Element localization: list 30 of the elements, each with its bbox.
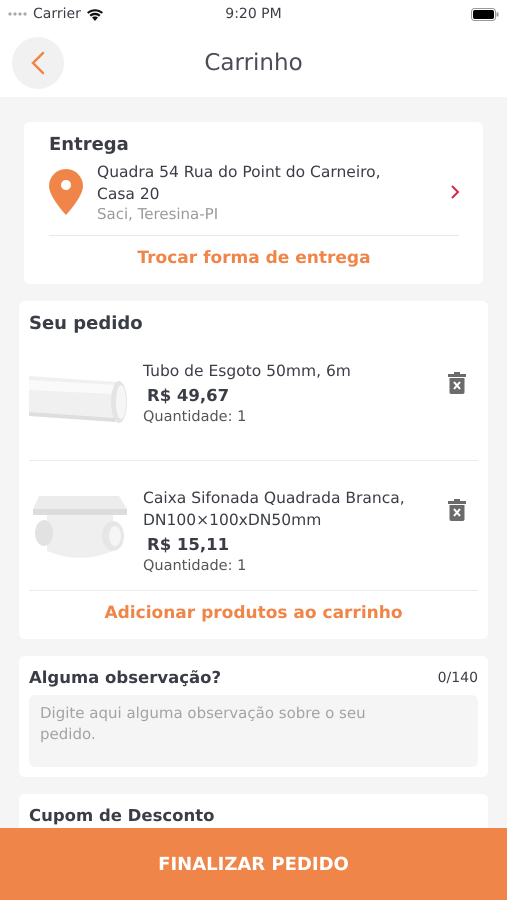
change-delivery-link[interactable]: Trocar forma de entrega xyxy=(137,236,371,284)
add-products-link[interactable]: Adicionar produtos ao carrinho xyxy=(104,591,403,639)
status-time: 9:20 PM xyxy=(224,6,283,22)
product-quantity: Quantidade: 1 xyxy=(143,558,248,574)
product-price: R$ 15,11 xyxy=(147,535,230,554)
section-title: Seu pedido xyxy=(29,313,144,334)
section-title: Alguma observação? xyxy=(29,668,222,687)
delete-button[interactable] xyxy=(448,372,466,397)
section-title: Entrega xyxy=(49,134,130,155)
trash-icon xyxy=(448,372,466,394)
carrier-name: Carrier xyxy=(33,6,81,22)
wifi-icon xyxy=(86,8,104,20)
trash-icon xyxy=(448,499,466,521)
page-title: Carrinho xyxy=(204,50,303,76)
delete-button[interactable] xyxy=(448,499,466,524)
checkout-button[interactable]: FINALIZAR PEDIDO xyxy=(0,828,507,900)
location-pin-icon xyxy=(49,169,83,215)
signal-icon xyxy=(8,12,28,16)
chevron-right-icon[interactable] xyxy=(451,185,459,199)
section-title: Cupom de Desconto xyxy=(29,806,216,825)
product-name: Caixa Sifonada Quadrada Branca, DN100×100xDN50mm xyxy=(143,488,406,531)
back-icon xyxy=(31,50,45,74)
battery-icon xyxy=(471,8,499,20)
delivery-city: Saci, Teresina-PI xyxy=(97,205,220,223)
delivery-address: Quadra 54 Rua do Point do Carneiro, Casa 20 xyxy=(97,162,382,205)
notes-field[interactable]: Digite aqui alguma observação sobre o seu pedido. xyxy=(29,695,478,767)
character-counter: 0/140 xyxy=(438,670,478,686)
product-quantity: Quantidade: 1 xyxy=(143,409,248,425)
product-price: R$ 49,67 xyxy=(147,386,230,405)
product-name: Tubo de Esgoto 50mm, 6m xyxy=(143,361,352,382)
